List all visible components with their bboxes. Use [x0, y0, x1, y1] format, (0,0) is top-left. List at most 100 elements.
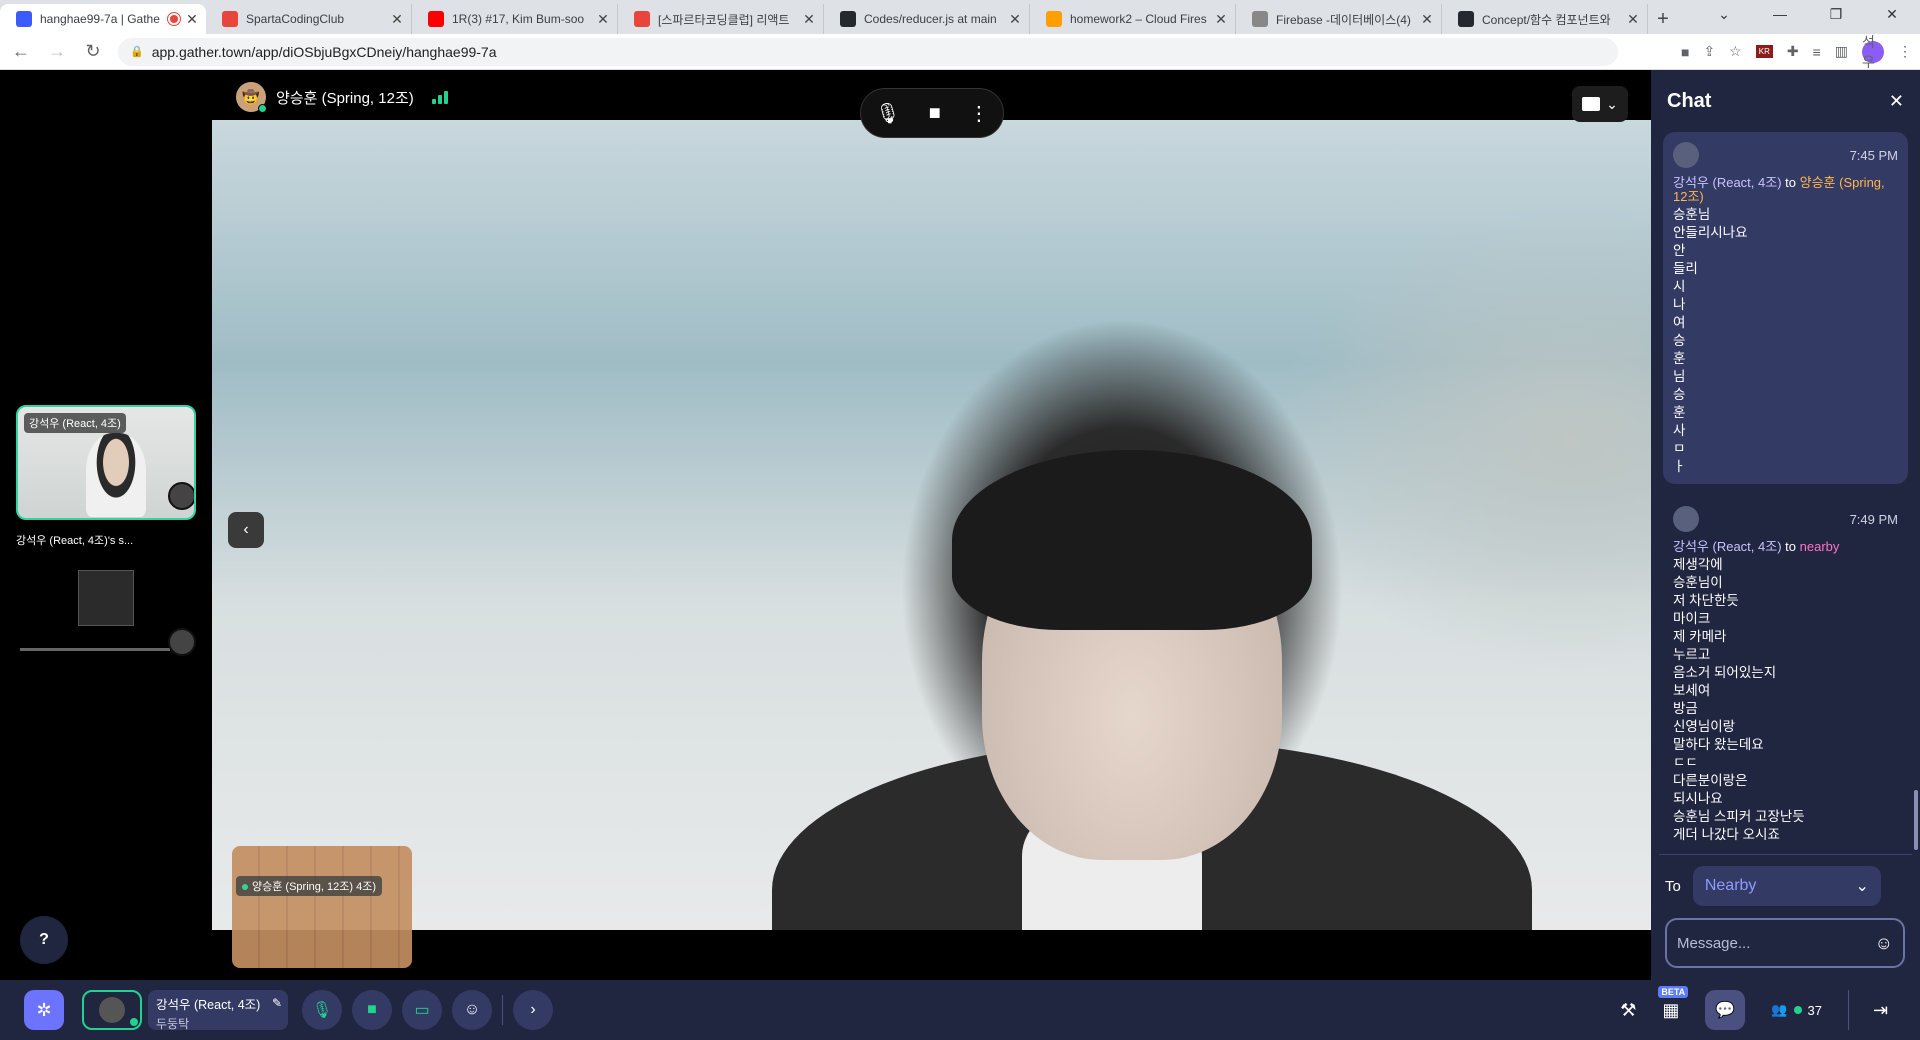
- tab-title: homework2 – Cloud Fires: [1070, 12, 1207, 26]
- minimap[interactable]: 양승훈 (Spring, 12조) 4조): [232, 846, 412, 968]
- browser-tab[interactable]: SpartaCodingClub ✕: [206, 4, 412, 34]
- user-avatar: [99, 997, 125, 1023]
- side-tile-label: 강석우 (React, 4조): [24, 413, 126, 433]
- user-name: 강석우 (React, 4조): [156, 998, 261, 1012]
- emote-button[interactable]: ☺: [452, 990, 492, 1030]
- emoji-icon[interactable]: ☺: [1875, 933, 1893, 954]
- tab-close-icon[interactable]: ✕: [1419, 11, 1435, 28]
- app-window: hanghae99-7a | Gathe ✕ SpartaCodingClub ✕ 1R…: [0, 0, 1920, 1040]
- extension-icon[interactable]: KR: [1755, 45, 1773, 58]
- tab-close-icon[interactable]: ✕: [389, 11, 405, 28]
- expand-chevron-button[interactable]: ›: [513, 990, 553, 1030]
- chat-message[interactable]: 7:49 PM 강석우 (React, 4조) to nearby 제생각에 승훈님이…: [1663, 496, 1908, 852]
- new-tab-button[interactable]: +: [1648, 4, 1678, 34]
- share-icon[interactable]: ⇪: [1703, 43, 1715, 60]
- gather-menu-icon[interactable]: ✲: [24, 990, 64, 1030]
- online-count: 37: [1807, 1002, 1822, 1018]
- user-name-card[interactable]: 강석우 (React, 4조) 두둥탁 ✎: [148, 990, 288, 1031]
- browser-tab[interactable]: [스파르타코딩클럽] 리액트 ✕: [618, 4, 824, 34]
- puzzle-icon[interactable]: ✚: [1787, 43, 1799, 60]
- browser-tab[interactable]: 1R(3) #17, Kim Bum-soo ✕: [412, 4, 618, 34]
- message-routing: 강석우 (React, 4조) to 양승훈 (Spring, 12조): [1673, 176, 1898, 204]
- video-camera-icon[interactable]: ■: [929, 102, 941, 125]
- more-options-icon[interactable]: ⋮: [969, 101, 989, 126]
- camera-select-dropdown[interactable]: ⌄: [1572, 86, 1628, 122]
- side-tile-avatar: [168, 482, 194, 510]
- message-line: 다른분이랑은: [1673, 773, 1748, 788]
- tab-close-icon[interactable]: ✕: [184, 11, 200, 28]
- message-line: 나: [1673, 297, 1686, 312]
- bookmark-star-icon[interactable]: ☆: [1729, 43, 1742, 60]
- chat-toggle-button[interactable]: 💬: [1705, 990, 1746, 1030]
- back-icon[interactable]: ←: [6, 41, 36, 62]
- mic-toggle-button[interactable]: 🎙: [302, 990, 342, 1030]
- exit-door-icon[interactable]: ⇥: [1848, 990, 1892, 1030]
- screen-share-button[interactable]: ▭: [402, 990, 442, 1030]
- message-line: 제생각에: [1673, 557, 1723, 572]
- camera-toggle-button[interactable]: ■: [352, 990, 392, 1030]
- browser-tab[interactable]: hanghae99-7a | Gathe ✕: [0, 4, 206, 34]
- chat-messages[interactable]: 7:45 PM 강석우 (React, 4조) to 양승훈 (Spring, 1…: [1651, 132, 1920, 852]
- screen-share-tile[interactable]: 강석우 (React, 4조)'s s...: [16, 532, 196, 656]
- microphone-icon[interactable]: 🎙: [875, 101, 900, 126]
- browser-tab[interactable]: homework2 – Cloud Fires ✕: [1030, 4, 1236, 34]
- tab-search-icon[interactable]: ⌄: [1696, 0, 1752, 30]
- message-input[interactable]: [1677, 934, 1857, 952]
- message-line: 님: [1673, 369, 1686, 384]
- media-controls: 🎙 ■ ⋮: [860, 88, 1004, 138]
- main-video-feed: [212, 120, 1651, 930]
- minimize-button[interactable]: —: [1752, 0, 1808, 30]
- recipient-select[interactable]: Nearby ⌄: [1692, 866, 1881, 906]
- reload-icon[interactable]: ↻: [78, 41, 108, 62]
- tab-favicon-icon: [634, 11, 650, 27]
- message-line: 승훈님이: [1673, 575, 1723, 590]
- lock-icon[interactable]: 🔒: [130, 45, 144, 58]
- video-person-hair: [952, 450, 1312, 630]
- edit-pencil-icon[interactable]: ✎: [272, 996, 282, 1010]
- user-status-text: 두둥탁: [156, 1017, 190, 1031]
- tab-close-icon[interactable]: ✕: [1213, 11, 1229, 28]
- url-field[interactable]: 🔒 app.gather.town/app/diOSbjuBgxCDneiy/h…: [118, 37, 1618, 66]
- bottom-toolbar: ✲ 강석우 (React, 4조) 두둥탁 ✎ 🎙 ■ ▭ ☺ › ⚒ BETA…: [0, 980, 1920, 1040]
- message-line: 승훈님: [1673, 207, 1711, 222]
- browser-tab[interactable]: Concept/함수 컴포넌트와 ✕: [1442, 4, 1648, 34]
- tab-close-icon[interactable]: ✕: [595, 11, 611, 28]
- tab-close-icon[interactable]: ✕: [801, 11, 817, 28]
- message-lines: 승훈님 안들리시나요 안 들리 시 나 여 승 훈 님 승 훈 사 ㅁㅏ: [1673, 206, 1898, 476]
- tab-favicon-icon: [1046, 11, 1062, 27]
- camera-indicator-icon[interactable]: ■: [1681, 44, 1689, 60]
- build-hammer-icon[interactable]: ⚒: [1620, 1000, 1636, 1021]
- browser-tab[interactable]: Firebase -데이터베이스(4) ✕: [1236, 4, 1442, 34]
- message-line: 들리: [1673, 261, 1698, 276]
- user-avatar-button[interactable]: [82, 990, 142, 1030]
- message-line: 누르고: [1673, 647, 1711, 662]
- close-icon[interactable]: ✕: [1889, 91, 1904, 112]
- tab-close-icon[interactable]: ✕: [1007, 11, 1023, 28]
- menu-kebab-icon[interactable]: ⋮: [1898, 43, 1912, 60]
- chat-divider: [1659, 854, 1912, 855]
- recipient-value: Nearby: [1704, 877, 1757, 894]
- message-line: 승: [1673, 387, 1686, 402]
- chat-message[interactable]: 7:45 PM 강석우 (React, 4조) to 양승훈 (Spring, 1…: [1663, 132, 1908, 484]
- profile-avatar[interactable]: 석우: [1862, 34, 1884, 70]
- side-panel-icon[interactable]: ▥: [1835, 43, 1848, 60]
- chat-scrollbar[interactable]: [1914, 790, 1918, 850]
- reading-list-icon[interactable]: ≡: [1813, 44, 1821, 60]
- help-button[interactable]: ?: [20, 916, 68, 964]
- participant-avatar: 🤠: [236, 82, 267, 113]
- restore-button[interactable]: ❐: [1808, 0, 1864, 30]
- collapse-sidebar-button[interactable]: ‹: [228, 512, 264, 548]
- message-meta: 7:45 PM: [1673, 142, 1898, 168]
- calendar-icon[interactable]: BETA ▦: [1658, 985, 1689, 1021]
- close-window-button[interactable]: ✕: [1864, 0, 1920, 30]
- tab-title: SpartaCodingClub: [246, 12, 345, 26]
- browser-tab[interactable]: Codes/reducer.js at main ✕: [824, 4, 1030, 34]
- side-video-tile[interactable]: 강석우 (React, 4조): [16, 405, 196, 520]
- chat-header: Chat ✕: [1651, 70, 1920, 132]
- participants-button[interactable]: 👥 37: [1771, 1002, 1822, 1018]
- participant-name: 양승훈 (Spring, 12조): [276, 89, 414, 107]
- tab-close-icon[interactable]: ✕: [1625, 11, 1641, 28]
- forward-icon[interactable]: →: [42, 41, 72, 62]
- message-line: 게더 나갔다 오시죠: [1673, 827, 1780, 842]
- message-to-word: to: [1785, 539, 1796, 554]
